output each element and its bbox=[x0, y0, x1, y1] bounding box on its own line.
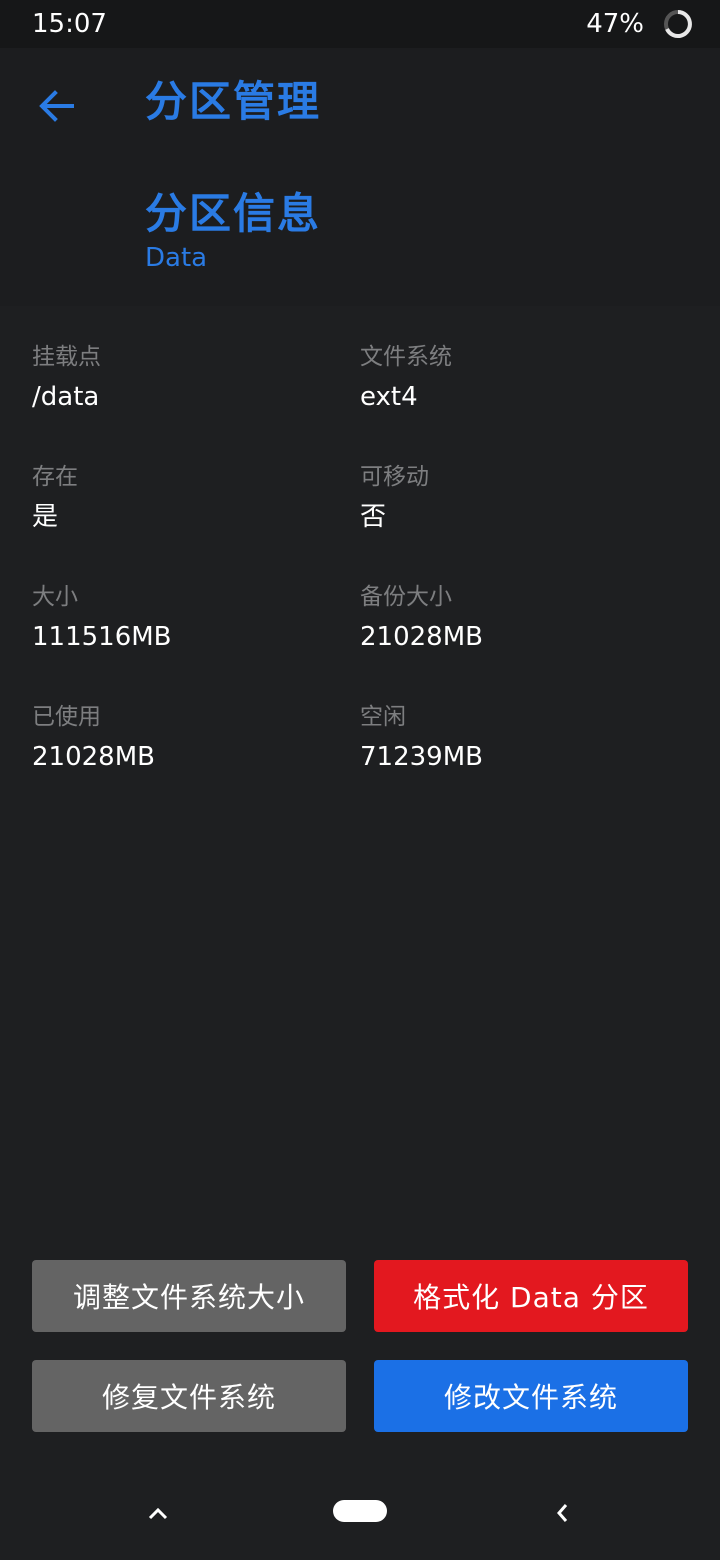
info-value: /data bbox=[32, 382, 100, 412]
info-value: 111516MB bbox=[32, 622, 172, 652]
battery-percent: 47% bbox=[586, 9, 644, 39]
back-button[interactable] bbox=[28, 78, 84, 134]
screen: 15:07 47% 分区管理 分区信息 Data 挂载点 /data 文件系统 … bbox=[0, 0, 720, 1560]
info-size: 大小 111516MB bbox=[32, 582, 332, 654]
nav-up-button[interactable] bbox=[140, 1498, 176, 1528]
section-title: 分区信息 bbox=[145, 189, 322, 238]
info-value: 21028MB bbox=[360, 622, 483, 652]
info-free: 空闲 71239MB bbox=[360, 702, 660, 774]
info-removable: 可移动 否 bbox=[360, 462, 660, 534]
info-value: 71239MB bbox=[360, 742, 483, 772]
info-label: 挂载点 bbox=[32, 344, 101, 370]
info-label: 空闲 bbox=[360, 704, 406, 730]
chevron-left-icon bbox=[557, 1504, 568, 1522]
info-value: 21028MB bbox=[32, 742, 155, 772]
info-label: 大小 bbox=[32, 584, 78, 610]
info-value: ext4 bbox=[360, 382, 418, 412]
info-label: 备份大小 bbox=[360, 584, 452, 610]
info-value: 否 bbox=[360, 502, 387, 532]
page-title: 分区管理 bbox=[145, 77, 322, 126]
info-filesystem: 文件系统 ext4 bbox=[360, 342, 660, 414]
status-bar: 15:07 47% bbox=[0, 0, 720, 48]
change-filesystem-button[interactable]: 修改文件系统 bbox=[374, 1360, 688, 1432]
chevron-up-icon bbox=[148, 1507, 168, 1520]
info-label: 文件系统 bbox=[360, 344, 452, 370]
nav-back-button[interactable] bbox=[548, 1496, 576, 1530]
arrow-left-icon bbox=[39, 90, 74, 122]
section-subtitle: Data bbox=[145, 243, 208, 273]
navigation-bar bbox=[0, 1470, 720, 1560]
info-label: 存在 bbox=[32, 464, 78, 490]
loading-ring-icon bbox=[664, 10, 692, 38]
home-pill-icon[interactable] bbox=[333, 1500, 387, 1522]
resize-filesystem-button[interactable]: 调整文件系统大小 bbox=[32, 1260, 346, 1332]
info-backup-size: 备份大小 21028MB bbox=[360, 582, 660, 654]
app-header: 分区管理 分区信息 Data bbox=[0, 48, 720, 306]
info-mount-point: 挂载点 /data bbox=[32, 342, 332, 414]
info-value: 是 bbox=[32, 502, 59, 532]
format-data-button[interactable]: 格式化 Data 分区 bbox=[374, 1260, 688, 1332]
info-used: 已使用 21028MB bbox=[32, 702, 332, 774]
repair-filesystem-button[interactable]: 修复文件系统 bbox=[32, 1360, 346, 1432]
info-label: 可移动 bbox=[360, 464, 429, 490]
status-time: 15:07 bbox=[32, 9, 107, 39]
info-label: 已使用 bbox=[32, 704, 101, 730]
info-exists: 存在 是 bbox=[32, 462, 332, 534]
